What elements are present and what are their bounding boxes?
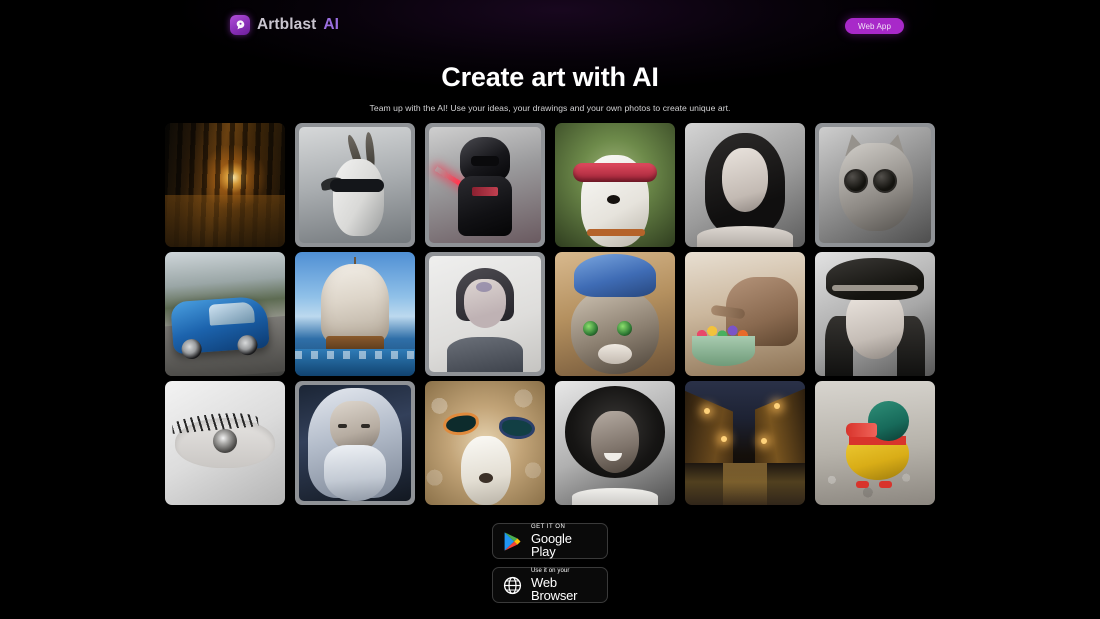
google-play-badge[interactable]: GET IT ON Google Play [492,523,608,559]
artwork-image [165,123,285,247]
artwork-image [425,381,545,505]
gallery-tile-woman-afro-bw[interactable] [555,381,675,505]
artwork-image [555,123,675,247]
page-title: Create art with AI [441,62,659,92]
hero-section: Create art with AI Team up with the AI! … [0,62,1100,113]
gallery-tile-forest-sunrise[interactable] [165,123,285,247]
artwork-image [299,385,411,501]
gallery-tile-dog-red-sunglasses[interactable] [555,123,675,247]
brand-suffix: AI [323,16,339,34]
download-badges: GET IT ON Google Play Use it on your Web… [0,523,1100,603]
badge-text: Use it on your Web Browser [531,568,597,602]
top-bar: Artblast AI Web App [0,0,1100,50]
artwork-image [685,252,805,376]
artwork-image [555,381,675,505]
artwork-image [165,381,285,505]
gallery-tile-blue-sports-car[interactable] [165,252,285,376]
artwork-image [685,381,805,505]
landing-page: Artblast AI Web App Create art with AI T… [0,0,1100,619]
badge-line1: GET IT ON [531,524,566,530]
artwork-image [815,381,935,505]
gallery-tile-wooden-elephant[interactable] [685,252,805,376]
page-subtitle: Team up with the AI! Use your ideas, you… [369,102,731,113]
gallery-tile-cat-sunglasses-bw[interactable] [815,123,935,247]
artwork-image [819,127,931,243]
artwork-image [555,252,675,376]
artwork-image [165,252,285,376]
gallery-tile-toy-duck[interactable] [815,381,935,505]
gallery-tile-dog-two-sunglasses[interactable] [425,381,545,505]
gallery-tile-night-street[interactable] [685,381,805,505]
artwork-image [429,127,541,243]
gallery-tile-wizard-old-man[interactable] [295,381,415,505]
badge-line1: Use it on your [531,568,570,574]
google-play-icon [503,531,522,552]
brand-name: Artblast [257,16,317,34]
gallery-tile-closeup-eye-bw[interactable] [165,381,285,505]
gallery-tile-woman-fedora-bw[interactable] [815,252,935,376]
artwork-image [815,252,935,376]
gallery-tile-painted-portrait[interactable] [425,252,545,376]
artwork-image [429,256,541,372]
badge-text: GET IT ON Google Play [531,524,597,558]
gallery-tile-goat-sunglasses[interactable] [295,123,415,247]
gallery-tile-cat-blue-hat[interactable] [555,252,675,376]
gallery-tile-tall-ship[interactable] [295,252,415,376]
badge-line2: Google Play [531,531,572,559]
gallery-tile-woman-portrait-bw[interactable] [685,123,805,247]
web-app-button[interactable]: Web App [844,18,904,34]
brand-logo[interactable]: Artblast AI [230,14,339,36]
artwork-image [295,252,415,376]
web-browser-badge[interactable]: Use it on your Web Browser [492,567,608,603]
gallery-tile-darth-vader-figure[interactable] [425,123,545,247]
artwork-image [685,123,805,247]
artwork-image [299,127,411,243]
artwork-gallery [165,123,935,505]
badge-line2: Web Browser [531,575,578,603]
artblast-logo-icon [230,15,250,35]
globe-icon [503,576,522,595]
